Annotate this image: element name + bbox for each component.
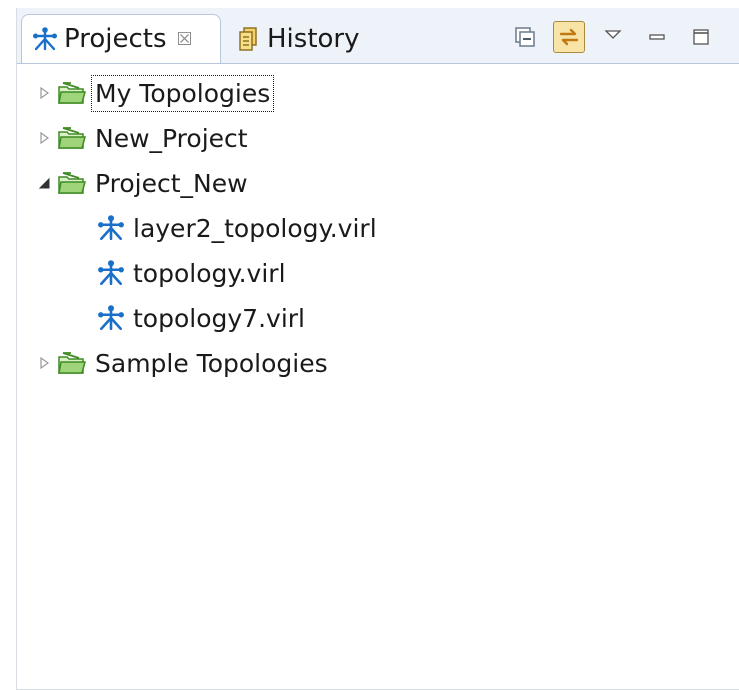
view-tab-bar: Projects ☒ History (17, 8, 739, 64)
tree-item-label: layer2_topology.virl (133, 213, 377, 243)
view-menu-button[interactable] (597, 21, 629, 53)
tree-item-sample-topologies[interactable]: Sample Topologies (33, 341, 328, 385)
tree-item-label: New_Project (95, 123, 248, 153)
tree-item-topology7[interactable]: topology7.virl (97, 296, 305, 340)
expand-icon[interactable] (33, 357, 55, 369)
link-with-editor-icon (559, 28, 579, 46)
tree-item-topology[interactable]: topology.virl (97, 251, 286, 295)
maximize-icon (693, 29, 709, 45)
tab-projects-label: Projects (64, 24, 167, 54)
topology-file-icon (97, 214, 125, 242)
collapse-all-icon (515, 27, 535, 47)
tree-item-new-project[interactable]: New_Project (33, 116, 248, 160)
tab-projects[interactable]: Projects ☒ (21, 14, 221, 63)
topology-file-icon (97, 304, 125, 332)
tab-history[interactable]: History (231, 14, 391, 63)
history-icon (239, 26, 257, 51)
project-explorer-view: Projects ☒ History My Topologies New_Pro… (16, 8, 739, 690)
tree-item-label: topology7.virl (133, 303, 305, 333)
collapse-all-button[interactable] (509, 21, 541, 53)
tree-item-project-new[interactable]: Project_New (33, 161, 248, 205)
minimize-icon (649, 34, 665, 40)
tab-history-label: History (267, 23, 360, 54)
topology-icon (33, 27, 57, 51)
project-folder-icon (57, 80, 87, 106)
project-folder-icon (57, 170, 87, 196)
project-folder-icon (57, 350, 87, 376)
minimize-button[interactable] (641, 21, 673, 53)
expand-icon[interactable] (33, 87, 55, 99)
topology-file-icon (97, 259, 125, 287)
view-toolbar (509, 20, 729, 54)
tree-item-label: topology.virl (133, 258, 286, 288)
close-icon[interactable]: ☒ (177, 29, 193, 50)
tree-item-layer2-topology[interactable]: layer2_topology.virl (97, 206, 377, 250)
maximize-button[interactable] (685, 21, 717, 53)
link-with-editor-button[interactable] (553, 21, 585, 53)
tree-item-label: Project_New (95, 168, 248, 198)
tree-item-label: Sample Topologies (95, 348, 328, 378)
tree-item-label: My Topologies (90, 74, 275, 112)
tree-item-my-topologies[interactable]: My Topologies (33, 71, 275, 115)
view-menu-icon (604, 30, 622, 39)
collapse-icon[interactable] (33, 177, 55, 189)
expand-icon[interactable] (33, 132, 55, 144)
project-folder-icon (57, 125, 87, 151)
